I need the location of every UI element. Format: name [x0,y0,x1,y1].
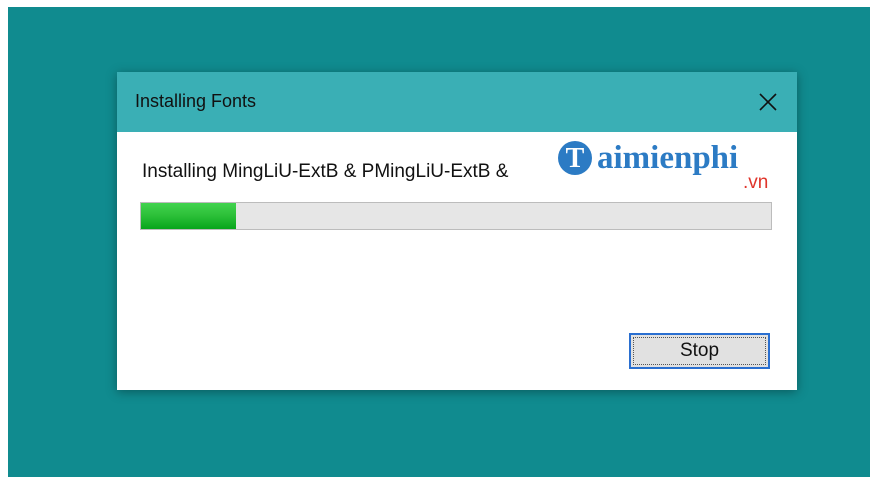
dialog-title: Installing Fonts [135,91,257,111]
stop-button-label: Stop [679,340,720,361]
watermark-brand: aimienphi [597,140,738,176]
watermark-suffix: .vn [743,172,768,192]
install-progress-bar [140,202,772,230]
close-icon [759,93,777,111]
title-bar[interactable]: Installing Fonts [117,72,797,132]
install-status-text: Installing MingLiU-ExtB & PMingLiU-ExtB … [142,161,509,182]
taimienphi-watermark-logo: T aimienphi .vn [558,140,768,192]
close-button[interactable] [739,72,797,132]
watermark-initial: T [566,143,585,174]
stop-button[interactable]: Stop [629,333,770,369]
progress-bar-fill [141,203,236,229]
installing-fonts-dialog: Installing Fonts Installing MingLiU-ExtB… [117,72,797,390]
